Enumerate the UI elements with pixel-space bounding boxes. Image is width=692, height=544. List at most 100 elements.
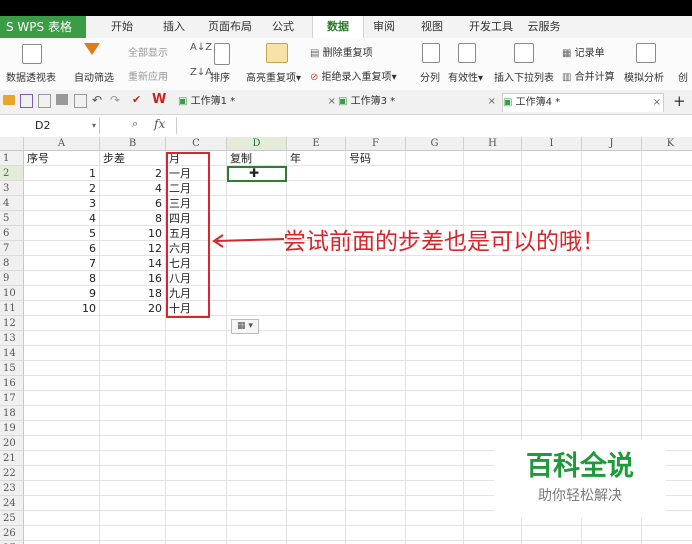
column-header[interactable]: D — [227, 137, 287, 151]
preview-icon[interactable] — [74, 94, 87, 108]
paste-options-icon[interactable]: ▦ ▾ — [231, 319, 259, 334]
column-header[interactable]: I — [522, 137, 582, 151]
cell-step[interactable]: 8 — [103, 211, 162, 226]
row-header[interactable]: 23 — [0, 481, 24, 496]
close-tab-icon[interactable]: × — [653, 94, 661, 112]
header-cell-step[interactable]: 步差 — [103, 151, 162, 166]
header-cell-number[interactable]: 号码 — [349, 151, 402, 166]
row-header[interactable]: 22 — [0, 466, 24, 481]
auto-filter-button[interactable]: 自动筛选 — [74, 69, 114, 84]
row-header[interactable]: 3 — [0, 181, 24, 196]
row-header[interactable]: 10 — [0, 286, 24, 301]
cell-step[interactable]: 6 — [103, 196, 162, 211]
cell-seq[interactable]: 1 — [27, 166, 96, 181]
split-column-icon[interactable] — [422, 43, 440, 63]
cell-step[interactable]: 14 — [103, 256, 162, 271]
cell-seq[interactable]: 10 — [27, 301, 96, 316]
cell-step[interactable]: 10 — [103, 226, 162, 241]
validity-icon[interactable] — [458, 43, 476, 63]
column-header[interactable]: C — [166, 137, 227, 151]
menu-tab[interactable]: 开始 — [110, 16, 134, 38]
row-header[interactable]: 6 — [0, 226, 24, 241]
close-tab-icon[interactable]: × — [488, 93, 496, 111]
menu-tab[interactable]: 开发工具 — [468, 16, 514, 38]
close-tab-icon[interactable]: × — [328, 93, 336, 111]
sort-icon[interactable] — [214, 43, 230, 65]
row-header[interactable]: 7 — [0, 241, 24, 256]
cell-seq[interactable]: 3 — [27, 196, 96, 211]
row-header[interactable]: 13 — [0, 331, 24, 346]
row-header[interactable]: 1 — [0, 151, 24, 166]
row-header[interactable]: 9 — [0, 271, 24, 286]
wps-app-menu-button[interactable]: S WPS 表格 ▾ — [0, 16, 86, 56]
cell-seq[interactable]: 2 — [27, 181, 96, 196]
print-preview-icon[interactable] — [38, 94, 51, 108]
menu-tab[interactable]: 页面布局 — [206, 16, 254, 38]
menu-tab[interactable]: 云服务 — [526, 16, 562, 38]
formula-input[interactable] — [176, 117, 692, 134]
pivot-table-icon[interactable] — [22, 44, 42, 64]
row-header[interactable]: 25 — [0, 511, 24, 526]
document-tab[interactable]: ▣ 工作簿1 * × — [174, 93, 338, 111]
column-header[interactable]: F — [346, 137, 406, 151]
insert-dropdown-list-button[interactable]: 插入下拉列表 — [494, 69, 554, 84]
dropdown-arrow-icon[interactable]: ✔ — [132, 93, 141, 106]
row-header[interactable]: 20 — [0, 436, 24, 451]
zoom-search-icon[interactable]: ⌕ — [132, 117, 138, 131]
reject-duplicates-button[interactable]: ⊘ 拒绝录入重复项▾ — [310, 68, 397, 83]
select-all-corner[interactable] — [0, 137, 24, 151]
sort-button[interactable]: 排序 — [210, 69, 230, 84]
cell-step[interactable]: 18 — [103, 286, 162, 301]
cell-step[interactable]: 12 — [103, 241, 162, 256]
cell-seq[interactable]: 5 — [27, 226, 96, 241]
row-header[interactable]: 16 — [0, 376, 24, 391]
sort-za-icon[interactable]: Z↓A — [190, 67, 212, 78]
column-header[interactable]: B — [100, 137, 166, 151]
row-header[interactable]: 24 — [0, 496, 24, 511]
column-header[interactable]: K — [642, 137, 692, 151]
row-header[interactable]: 12 — [0, 316, 24, 331]
row-header[interactable]: 19 — [0, 421, 24, 436]
cell-seq[interactable]: 8 — [27, 271, 96, 286]
column-header[interactable]: A — [24, 137, 100, 151]
validity-button[interactable]: 有效性▾ — [448, 69, 483, 84]
split-column-button[interactable]: 分列 — [420, 69, 440, 84]
header-cell-copy[interactable]: 复制 — [230, 151, 283, 166]
row-header[interactable]: 14 — [0, 346, 24, 361]
active-cell-d2[interactable]: ✚ — [227, 166, 287, 182]
row-header[interactable]: 4 — [0, 196, 24, 211]
create-button[interactable]: 创 — [678, 69, 688, 84]
row-header[interactable]: 2 — [0, 166, 24, 181]
cell-seq[interactable]: 6 — [27, 241, 96, 256]
cell-step[interactable]: 4 — [103, 181, 162, 196]
print-icon[interactable] — [56, 94, 68, 105]
row-header[interactable]: 26 — [0, 526, 24, 541]
row-header[interactable]: 15 — [0, 361, 24, 376]
open-folder-icon[interactable] — [3, 95, 15, 105]
column-header[interactable]: G — [406, 137, 464, 151]
undo-icon[interactable]: ↶ — [92, 93, 102, 107]
menu-tab[interactable]: 插入 — [162, 16, 186, 38]
row-header[interactable]: 21 — [0, 451, 24, 466]
chevron-down-icon[interactable]: ▾ — [92, 117, 96, 134]
column-header[interactable]: E — [287, 137, 346, 151]
cell-step[interactable]: 16 — [103, 271, 162, 286]
menu-tab[interactable]: 审阅 — [372, 16, 396, 38]
header-cell-year[interactable]: 年 — [290, 151, 342, 166]
highlight-duplicates-icon[interactable] — [266, 43, 288, 63]
pivot-table-button[interactable]: 数据透视表 — [6, 69, 56, 84]
document-tab[interactable]: ▣ 工作簿4 * × — [502, 93, 664, 112]
header-cell-seq[interactable]: 序号 — [27, 151, 96, 166]
name-box[interactable]: D2 ▾ — [0, 117, 100, 134]
show-all-button[interactable]: 全部显示 — [128, 44, 168, 59]
row-header[interactable]: 17 — [0, 391, 24, 406]
row-header[interactable]: 18 — [0, 406, 24, 421]
filter-funnel-icon[interactable] — [84, 43, 100, 55]
save-icon[interactable] — [20, 94, 33, 108]
row-header[interactable]: 8 — [0, 256, 24, 271]
cell-seq[interactable]: 7 — [27, 256, 96, 271]
row-header[interactable]: 5 — [0, 211, 24, 226]
insert-dropdown-icon[interactable] — [514, 43, 534, 63]
menu-tab[interactable]: 公式 — [270, 16, 296, 38]
column-header[interactable]: H — [464, 137, 522, 151]
